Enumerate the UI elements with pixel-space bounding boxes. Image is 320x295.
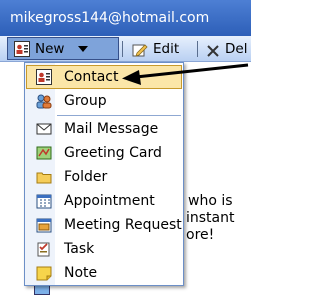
annotation-arrow: [122, 63, 249, 85]
menu-item-folder[interactable]: Folder: [26, 165, 182, 189]
contact-card-icon: [14, 41, 30, 57]
menu-item-label: Task: [64, 241, 95, 257]
delete-x-icon: [206, 41, 222, 57]
account-email: mikegross144@hotmail.com: [10, 10, 210, 26]
menu-item-group[interactable]: Group: [26, 89, 182, 113]
menu-divider: [57, 115, 181, 116]
background-text-line: who is: [188, 193, 233, 209]
greeting-card-icon: [36, 145, 52, 161]
note-icon: [36, 265, 52, 281]
new-item-menu: Contact Group Mail Message Greeting Card…: [24, 62, 184, 286]
menu-item-label: Folder: [64, 169, 108, 185]
menu-item-label: Appointment: [64, 193, 155, 209]
toolbar-separator: [197, 41, 198, 57]
delete-button-label: Del: [225, 41, 248, 57]
edit-pencil-icon: [132, 41, 148, 57]
menu-item-meeting-request[interactable]: Meeting Request: [26, 213, 182, 237]
contact-card-icon: [36, 69, 52, 85]
menu-item-greeting-card[interactable]: Greeting Card: [26, 141, 182, 165]
toolbar: New Edit Del: [0, 36, 251, 62]
toolbar-separator: [122, 41, 123, 57]
menu-item-appointment[interactable]: Appointment: [26, 189, 182, 213]
menu-item-label: Meeting Request: [64, 217, 182, 233]
appointment-icon: [36, 193, 52, 209]
menu-item-label: Mail Message: [64, 121, 159, 137]
menu-item-mail-message[interactable]: Mail Message: [26, 117, 182, 141]
edit-button[interactable]: Edit: [131, 36, 191, 62]
meeting-request-icon: [36, 217, 52, 233]
account-title-bar: mikegross144@hotmail.com: [0, 0, 251, 36]
menu-item-label: Group: [64, 93, 107, 109]
group-icon: [36, 93, 52, 109]
folder-icon: [36, 169, 52, 185]
new-button-label: New: [35, 41, 65, 57]
background-text-line: ore!: [186, 227, 215, 243]
delete-button[interactable]: Del: [205, 36, 251, 62]
task-icon: [36, 241, 52, 257]
background-text-line: instant: [186, 210, 235, 226]
menu-item-label: Note: [64, 265, 98, 281]
new-dropdown-button[interactable]: New: [7, 37, 119, 60]
mail-message-icon: [36, 121, 52, 137]
menu-item-note[interactable]: Note: [26, 261, 182, 285]
menu-item-label: Contact: [64, 69, 119, 85]
menu-item-task[interactable]: Task: [26, 237, 182, 261]
chevron-down-icon: [72, 36, 88, 62]
menu-item-label: Greeting Card: [64, 145, 162, 161]
edit-button-label: Edit: [153, 41, 180, 57]
